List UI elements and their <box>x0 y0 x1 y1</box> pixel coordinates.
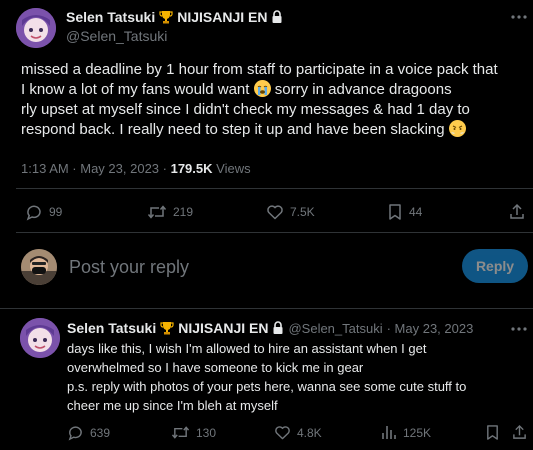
avatar-image <box>16 8 56 48</box>
tweet-timestamp: 1:13 AM · May 23, 2023 · 179.5K Views <box>21 161 251 176</box>
timestamp-text[interactable]: 1:13 AM · May 23, 2023 · <box>21 161 167 176</box>
divider <box>0 308 533 309</box>
reply-input-placeholder: Post your reply <box>69 257 190 277</box>
retweet-icon <box>147 203 167 221</box>
retweet-action[interactable]: 219 <box>147 203 193 221</box>
author-avatar[interactable] <box>16 8 56 48</box>
views-icon <box>381 424 397 441</box>
user-avatar-image <box>21 249 57 285</box>
tweet-text: missed a deadline by 1 hour from staff t… <box>21 60 498 140</box>
author-handle[interactable]: @Selen_Tatsuki <box>66 28 283 44</box>
like-count: 4.8K <box>297 425 322 440</box>
avatar-image <box>20 318 60 358</box>
reply-input[interactable]: Post your reply <box>69 254 439 280</box>
trophy-icon <box>159 10 173 25</box>
steaming-face-icon <box>448 120 466 137</box>
share-icon <box>512 424 527 441</box>
bookmark-count: 44 <box>409 205 423 219</box>
crying-face-icon <box>253 80 271 97</box>
retweet-action[interactable]: 130 <box>171 424 216 441</box>
tweet-text-line: sorry in advance dragoons <box>274 81 452 98</box>
author-affiliation: NIJISANJI EN <box>177 9 268 25</box>
share-action[interactable] <box>509 203 525 221</box>
retweet-count: 130 <box>196 425 217 440</box>
heart-icon <box>266 203 284 221</box>
like-action[interactable]: 4.8K <box>274 424 322 441</box>
reply-count: 99 <box>49 205 63 219</box>
like-count: 7.5K <box>290 205 315 219</box>
bookmark-icon <box>387 203 403 221</box>
tweet-text-line: rly upset at myself since I didn't check… <box>21 101 470 118</box>
share-icon <box>509 203 525 221</box>
reply-author-affiliation: NIJISANJI EN <box>178 320 269 336</box>
bookmark-action[interactable]: 44 <box>387 203 422 221</box>
reply-icon <box>25 203 43 221</box>
like-action[interactable]: 7.5K <box>266 203 315 221</box>
reply-text-line: p.s. reply with photos of your pets here… <box>67 379 467 394</box>
reply-author-info: Selen Tatsuki NIJISANJI EN @Selen_Tatsuk… <box>67 320 473 336</box>
divider <box>16 188 533 189</box>
user-avatar[interactable] <box>21 249 57 285</box>
reply-action[interactable]: 99 <box>25 203 62 221</box>
reply-author-handle[interactable]: @Selen_Tatsuki <box>288 321 382 336</box>
reply-icon <box>67 424 84 441</box>
reply-action[interactable]: 639 <box>67 424 110 441</box>
views-count: 179.5K <box>170 161 213 176</box>
reply-author-display-name[interactable]: Selen Tatsuki <box>67 320 156 336</box>
more-options-icon[interactable] <box>510 10 528 24</box>
reply-text-line: overwhelmed so I have someone to kick me… <box>67 360 364 375</box>
reply-text-line: days like this, I wish I'm allowed to hi… <box>67 341 427 356</box>
reply-text-line: cheer me up since I'm bleh at myself <box>67 398 278 413</box>
views-label: Views <box>216 161 251 176</box>
reply-date[interactable]: · May 23, 2023 <box>387 321 474 336</box>
bookmark-action[interactable] <box>485 424 500 441</box>
views-count: 125K <box>403 425 432 440</box>
retweet-count: 219 <box>173 205 194 219</box>
heart-icon <box>274 424 291 441</box>
more-options-icon[interactable] <box>510 322 528 336</box>
share-action[interactable] <box>512 424 527 441</box>
tweet-text-line: respond back. I really need to step it u… <box>21 121 445 138</box>
trophy-icon <box>160 321 174 336</box>
tweet-text-line: missed a deadline by 1 hour from staff t… <box>21 61 498 78</box>
author-info: Selen Tatsuki NIJISANJI EN @Selen_Tatsuk… <box>66 9 283 44</box>
reply-button[interactable]: Reply <box>462 249 528 283</box>
author-display-name[interactable]: Selen Tatsuki <box>66 9 155 25</box>
tweet-text-line: I know a lot of my fans would want <box>21 81 250 98</box>
reply-author-avatar[interactable] <box>20 318 60 358</box>
reply-count: 639 <box>90 425 111 440</box>
bookmark-icon <box>485 424 500 441</box>
divider <box>16 232 533 233</box>
lock-icon <box>271 10 283 24</box>
views-action[interactable]: 125K <box>381 424 431 441</box>
retweet-icon <box>171 424 190 441</box>
reply-text: days like this, I wish I'm allowed to hi… <box>67 339 466 415</box>
lock-icon <box>272 321 284 335</box>
